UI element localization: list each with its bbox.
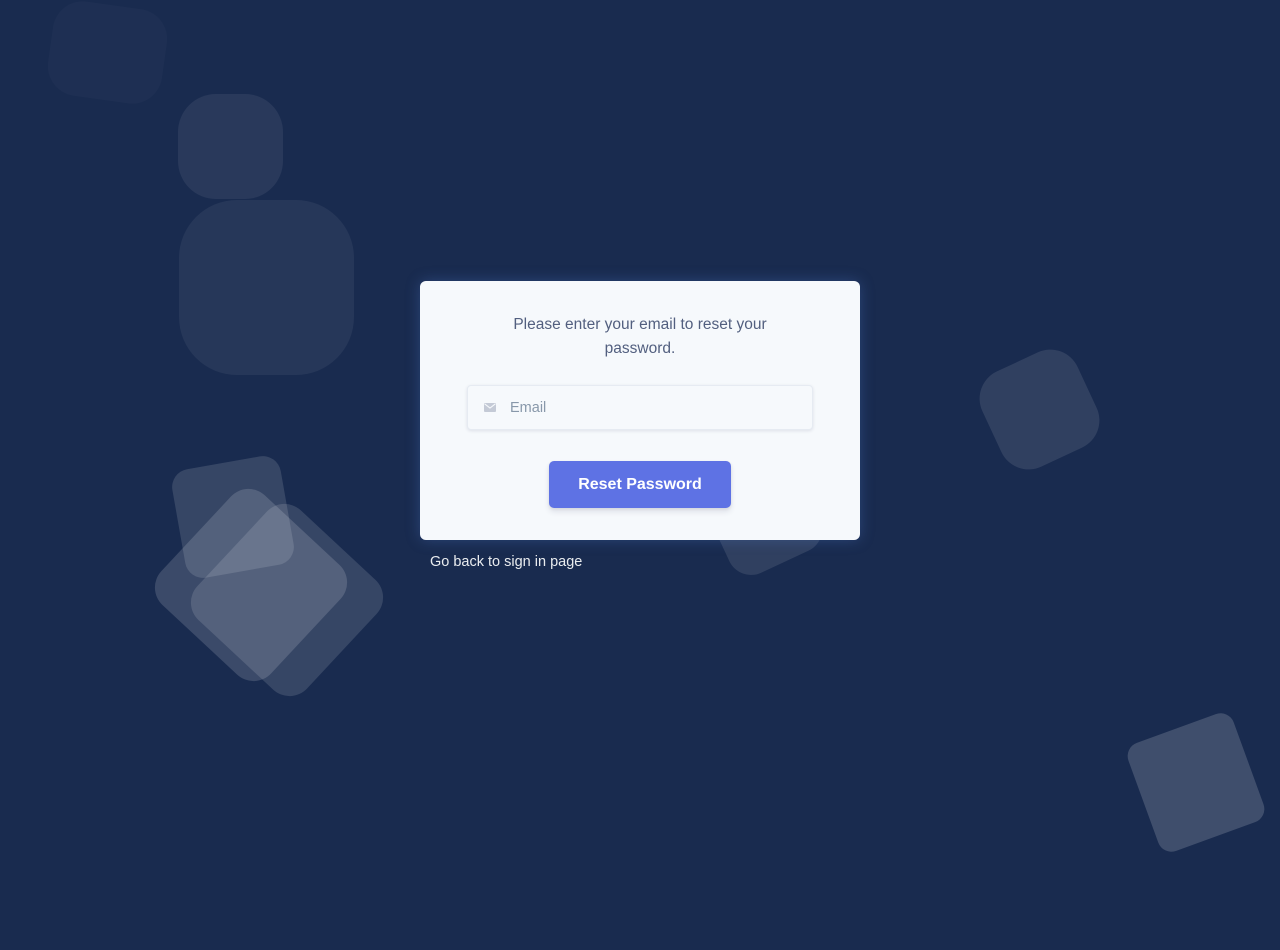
background-shape [179,200,354,375]
reset-password-card: Please enter your email to reset your pa… [420,281,860,540]
reset-password-button[interactable]: Reset Password [549,461,731,508]
email-input[interactable] [497,386,812,429]
background-shape [1123,709,1269,856]
background-shape [144,478,358,692]
background-shape [180,493,394,707]
back-to-sign-in-link[interactable]: Go back to sign in page [430,554,582,570]
background-shape [969,339,1110,480]
background-shape [178,94,283,199]
envelope-icon [483,403,497,413]
reset-instructions: Please enter your email to reset your pa… [513,316,767,357]
background-shape [169,453,297,581]
background-shape [44,0,171,108]
email-input-group[interactable] [467,385,813,430]
